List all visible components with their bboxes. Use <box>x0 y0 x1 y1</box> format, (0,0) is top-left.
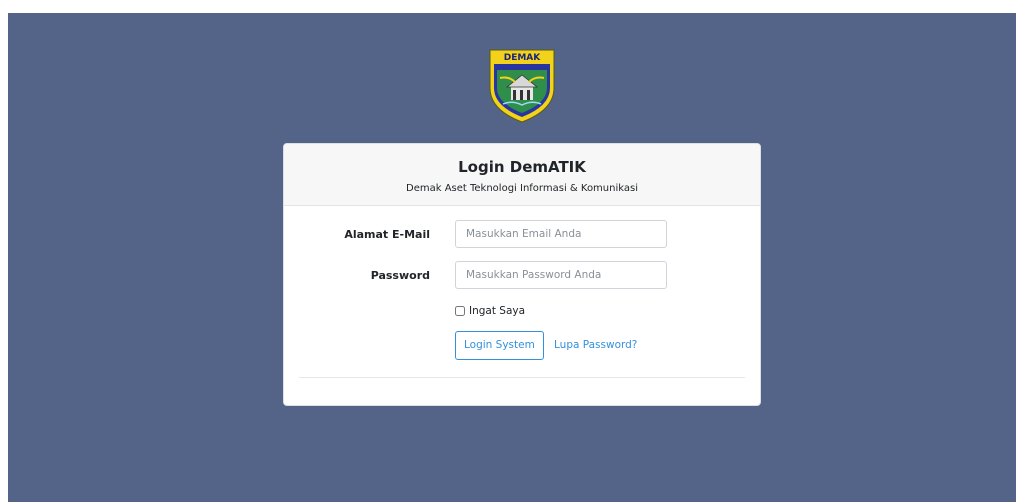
email-field[interactable] <box>455 220 667 248</box>
login-subtitle: Demak Aset Teknologi Informasi & Komunik… <box>406 183 638 194</box>
login-card: Login DemATIK Demak Aset Teknologi Infor… <box>283 143 761 406</box>
demak-logo: DEMAK <box>487 48 557 124</box>
svg-text:DEMAK: DEMAK <box>504 53 542 63</box>
remember-me[interactable]: Ingat Saya <box>455 305 525 317</box>
login-title: Login DemATIK <box>458 158 586 176</box>
card-divider <box>299 377 745 378</box>
password-label: Password <box>370 269 430 282</box>
remember-me-label: Ingat Saya <box>469 305 526 317</box>
login-card-header: Login DemATIK Demak Aset Teknologi Infor… <box>284 144 760 206</box>
forgot-password-link[interactable]: Lupa Password? <box>554 339 637 351</box>
email-label: Alamat E-Mail <box>344 228 430 241</box>
password-field[interactable] <box>455 261 667 289</box>
remember-me-checkbox[interactable] <box>455 306 465 316</box>
login-button[interactable]: Login System <box>455 331 544 360</box>
